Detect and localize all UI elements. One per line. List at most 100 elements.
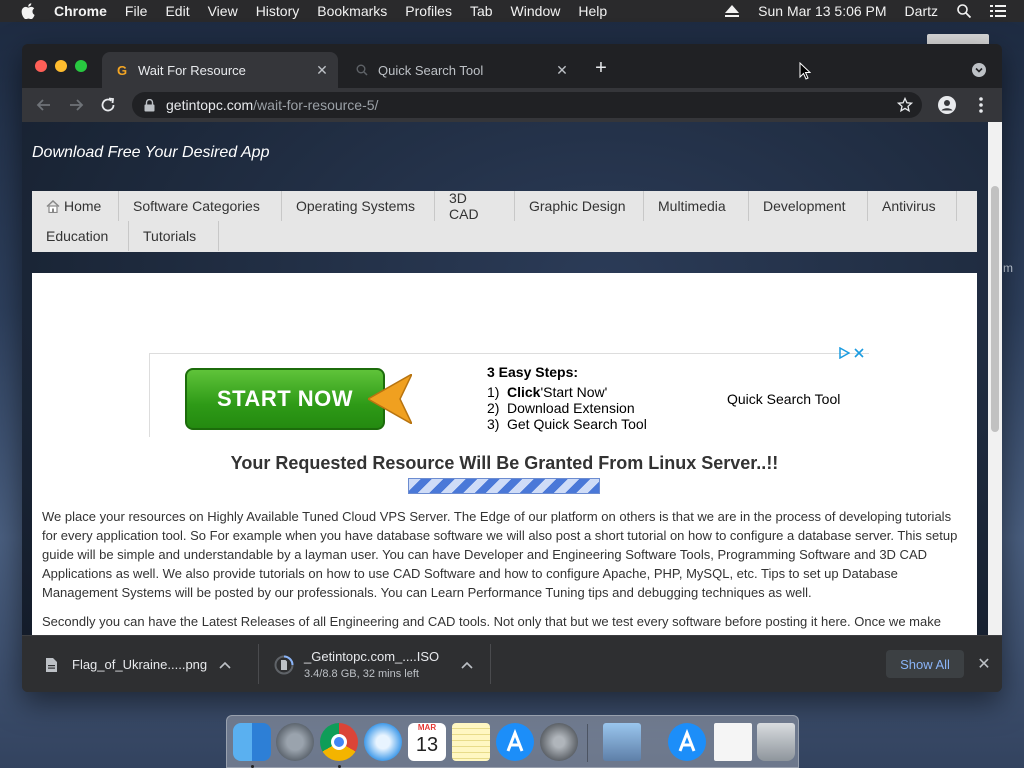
- tab-search-chevron-icon[interactable]: [972, 63, 986, 77]
- download-divider: [258, 644, 259, 684]
- start-now-button[interactable]: START NOW: [185, 368, 385, 430]
- nav-3d-cad[interactable]: 3D CAD: [435, 190, 515, 222]
- menu-history[interactable]: History: [256, 3, 300, 19]
- download-item[interactable]: Flag_of_Ukraine.....png: [44, 636, 256, 692]
- chevron-up-icon[interactable]: [461, 658, 474, 672]
- ad-step-text: 'Start Now': [540, 384, 608, 400]
- zoom-window-button[interactable]: [75, 60, 87, 72]
- chevron-up-icon[interactable]: [218, 658, 232, 672]
- menu-bookmarks[interactable]: Bookmarks: [317, 3, 387, 19]
- lock-icon[interactable]: [142, 98, 156, 112]
- download-item[interactable]: _Getintopc.com_....ISO 3.4/8.8 GB, 32 mi…: [274, 636, 474, 692]
- minimize-window-button[interactable]: [55, 60, 67, 72]
- nav-home[interactable]: Home: [32, 191, 119, 221]
- document-file-icon[interactable]: [714, 723, 752, 761]
- menu-file[interactable]: File: [125, 3, 148, 19]
- site-tagline: Download Free Your Desired App: [32, 144, 270, 161]
- reload-icon[interactable]: [99, 96, 117, 114]
- launchpad-rocket-icon[interactable]: [276, 723, 314, 761]
- chrome-window: G Wait For Resource ✕ Quick Search Tool …: [22, 44, 1002, 692]
- bookmark-star-icon[interactable]: [896, 96, 914, 114]
- url-path: /wait-for-resource-5/: [253, 97, 379, 113]
- show-all-downloads-button[interactable]: Show All: [886, 650, 964, 678]
- nav-multimedia[interactable]: Multimedia: [644, 191, 749, 221]
- menu-app-name[interactable]: Chrome: [54, 3, 107, 19]
- safari-compass-icon[interactable]: [364, 723, 402, 761]
- ad-brand: Quick Search Tool: [727, 391, 841, 407]
- menu-view[interactable]: View: [208, 3, 238, 19]
- menu-window[interactable]: Window: [511, 3, 561, 19]
- ad-step-number: 2): [487, 400, 500, 416]
- nav-antivirus[interactable]: Antivirus: [868, 191, 957, 221]
- close-download-shelf-icon[interactable]: ✕: [976, 656, 992, 673]
- nav-label: Home: [64, 198, 102, 214]
- close-tab-icon[interactable]: ✕: [554, 62, 570, 78]
- nav-education[interactable]: Education: [32, 221, 129, 251]
- menu-user[interactable]: Dartz: [905, 3, 938, 19]
- chrome-icon[interactable]: [320, 723, 358, 761]
- nav-development[interactable]: Development: [749, 191, 868, 221]
- profile-avatar-icon[interactable]: [938, 96, 956, 114]
- ad-step-text: Get Quick Search Tool: [507, 416, 647, 432]
- dock-divider: [587, 724, 588, 762]
- calendar-icon[interactable]: MAR 13: [408, 723, 446, 761]
- calendar-month: MAR: [417, 723, 437, 732]
- tab-wait-for-resource[interactable]: G Wait For Resource ✕: [102, 52, 338, 88]
- eject-icon[interactable]: [724, 3, 740, 19]
- tab-quick-search-tool[interactable]: Quick Search Tool ✕: [342, 52, 578, 88]
- back-arrow-icon[interactable]: [35, 96, 53, 114]
- tab-strip: G Wait For Resource ✕ Quick Search Tool …: [22, 44, 1002, 88]
- tab-title: Quick Search Tool: [378, 62, 484, 78]
- nav-label: Development: [763, 198, 846, 214]
- more-menu-icon[interactable]: [972, 96, 990, 114]
- nav-label: Graphic Design: [529, 198, 626, 214]
- notes-icon[interactable]: [452, 723, 490, 761]
- app-store-download-icon[interactable]: [668, 723, 706, 761]
- nav-graphic-design[interactable]: Graphic Design: [515, 191, 644, 221]
- ad-step-number: 3): [487, 416, 500, 432]
- new-tab-plus-icon[interactable]: +: [592, 58, 610, 78]
- nav-operating-systems[interactable]: Operating Systems: [282, 191, 435, 221]
- trash-icon[interactable]: [757, 723, 795, 761]
- apple-icon[interactable]: [21, 3, 35, 19]
- close-tab-icon[interactable]: ✕: [314, 62, 330, 78]
- spotlight-search-icon[interactable]: [956, 3, 972, 19]
- content-paragraph: We place your resources on Highly Availa…: [42, 509, 958, 600]
- nav-tutorials[interactable]: Tutorials: [129, 221, 219, 251]
- nav-label: Operating Systems: [296, 198, 416, 214]
- url-host: getintopc.com: [166, 97, 254, 113]
- forward-arrow-icon[interactable]: [67, 96, 85, 114]
- menu-help[interactable]: Help: [578, 3, 607, 19]
- page-viewport: Download Free Your Desired App Home Soft…: [22, 122, 988, 635]
- ad-step: 3) Get Quick Search Tool: [487, 416, 647, 432]
- app-store-icon[interactable]: [496, 723, 534, 761]
- menu-edit[interactable]: Edit: [165, 3, 189, 19]
- desktop-partial-label: m: [1003, 261, 1013, 275]
- ad-step: 1) Click 'Start Now': [487, 384, 647, 400]
- menu-datetime[interactable]: Sun Mar 13 5:06 PM: [758, 3, 886, 19]
- menu-tab[interactable]: Tab: [470, 3, 493, 19]
- download-info: _Getintopc.com_....ISO 3.4/8.8 GB, 32 mi…: [304, 649, 461, 680]
- finder-icon[interactable]: [233, 723, 271, 761]
- address-bar[interactable]: getintopc.com/wait-for-resource-5/: [132, 92, 922, 118]
- menu-profiles[interactable]: Profiles: [405, 3, 452, 19]
- ad-steps: 3 Easy Steps: 1) Click 'Start Now' 2) Down…: [487, 364, 647, 432]
- ad-choices: [838, 347, 868, 361]
- mouse-cursor-icon: [799, 62, 811, 80]
- ad-step-bold: Click: [507, 384, 541, 400]
- close-window-button[interactable]: [35, 60, 47, 72]
- download-progress-ring-icon: [274, 655, 294, 675]
- ad-banner[interactable]: START NOW 3 Easy Steps: 1) Click 'Start N…: [149, 347, 869, 437]
- scrollbar-thumb[interactable]: [991, 186, 999, 432]
- system-preferences-gear-icon[interactable]: [540, 723, 578, 761]
- control-center-icon[interactable]: [990, 3, 1006, 19]
- ad-step: 2) Download Extension: [487, 400, 647, 416]
- page-scrollbar[interactable]: [988, 122, 1002, 635]
- browser-toolbar: getintopc.com/wait-for-resource-5/: [22, 88, 1002, 122]
- download-divider: [490, 644, 491, 684]
- nav-software-categories[interactable]: Software Categories: [119, 191, 282, 221]
- ad-steps-title: 3 Easy Steps:: [487, 364, 579, 380]
- preview-photos-icon[interactable]: [603, 723, 641, 761]
- close-ad-icon[interactable]: [853, 347, 865, 359]
- adchoices-icon[interactable]: [838, 347, 850, 359]
